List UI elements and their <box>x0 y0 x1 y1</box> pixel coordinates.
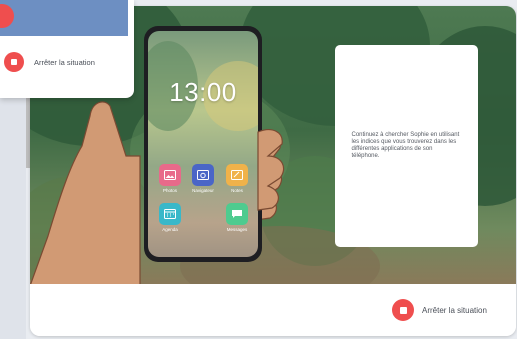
overlay-stop-situation-label: Arrêter la situation <box>34 57 95 67</box>
stop-situation-label: Arrêter la situation <box>422 305 487 315</box>
app-label: Navigateur <box>192 188 214 193</box>
phone-screen: 13:00 Photos Navigateur Notes Agenda Mes… <box>148 31 258 257</box>
overlay-card: Arrêter la situation <box>0 0 134 98</box>
app-browser[interactable]: Navigateur <box>188 164 218 193</box>
messages-icon <box>226 203 248 225</box>
fingers-illustration <box>257 129 285 211</box>
overlay-stop-situation-button[interactable]: Arrêter la situation <box>4 52 95 72</box>
card-footer: Arrêter la situation <box>30 284 516 336</box>
browser-icon <box>192 164 214 186</box>
app-label: Notes <box>231 188 243 193</box>
stop-situation-button[interactable]: Arrêter la situation <box>392 299 487 321</box>
instruction-text: Continuez à chercher Sophie en utilisant… <box>351 132 460 159</box>
instruction-panel: Continuez à chercher Sophie en utilisant… <box>335 45 478 247</box>
app-label: Photos <box>162 188 177 193</box>
photos-icon <box>159 164 181 186</box>
overlay-header <box>0 0 128 36</box>
app-photos[interactable]: Photos <box>155 164 185 193</box>
app-messages[interactable]: Messages <box>222 203 252 232</box>
app-notes[interactable]: Notes <box>222 164 252 193</box>
phone-frame: 13:00 Photos Navigateur Notes Agenda Mes… <box>144 26 262 262</box>
app-calendar[interactable]: Agenda <box>155 203 185 232</box>
app-label: Messages <box>226 227 248 232</box>
calendar-icon <box>159 203 181 225</box>
notes-icon <box>226 164 248 186</box>
app-label: Agenda <box>162 227 178 232</box>
stop-icon <box>4 52 24 72</box>
phone-clock: 13:00 <box>169 77 237 107</box>
stop-icon <box>392 299 414 321</box>
